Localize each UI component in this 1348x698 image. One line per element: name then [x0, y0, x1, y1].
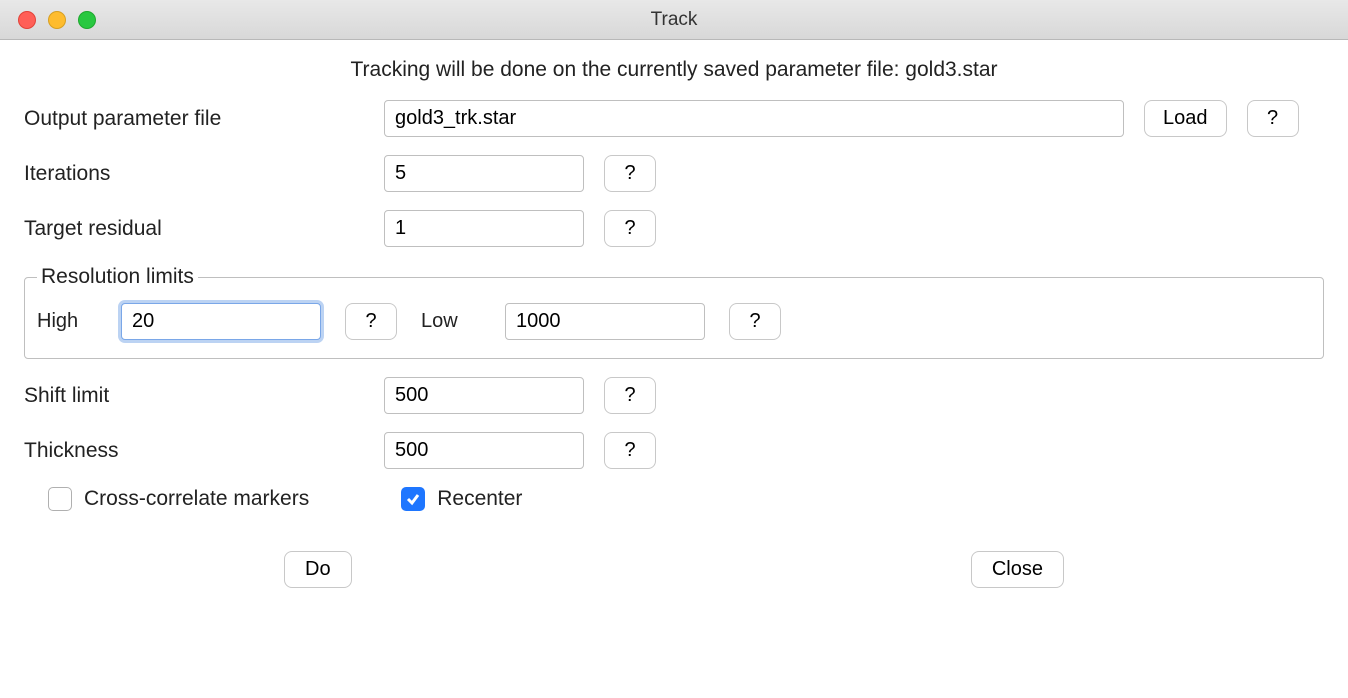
checkbox-box-icon	[401, 487, 425, 511]
thickness-help-button[interactable]: ?	[604, 432, 656, 469]
shift-limit-input[interactable]	[384, 377, 584, 414]
resolution-limits-group: Resolution limits High ? Low ?	[24, 265, 1324, 359]
resolution-limits-legend: Resolution limits	[37, 265, 198, 289]
output-parameter-file-help-button[interactable]: ?	[1247, 100, 1299, 137]
load-button[interactable]: Load	[1144, 100, 1227, 137]
resolution-high-label: High	[37, 310, 97, 333]
cross-correlate-label: Cross-correlate markers	[84, 487, 309, 511]
cross-correlate-checkbox[interactable]: Cross-correlate markers	[48, 487, 309, 511]
iterations-label: Iterations	[24, 162, 384, 186]
recenter-checkbox[interactable]: Recenter	[401, 487, 522, 511]
tracking-notice: Tracking will be done on the currently s…	[24, 58, 1324, 82]
thickness-input[interactable]	[384, 432, 584, 469]
output-parameter-file-label: Output parameter file	[24, 107, 384, 131]
iterations-input[interactable]	[384, 155, 584, 192]
do-button[interactable]: Do	[284, 551, 352, 588]
resolution-low-input[interactable]	[505, 303, 705, 340]
thickness-label: Thickness	[24, 439, 384, 463]
checkbox-box-icon	[48, 487, 72, 511]
window-titlebar: Track	[0, 0, 1348, 40]
recenter-label: Recenter	[437, 487, 522, 511]
output-parameter-file-input[interactable]	[384, 100, 1124, 137]
resolution-high-help-button[interactable]: ?	[345, 303, 397, 340]
iterations-help-button[interactable]: ?	[604, 155, 656, 192]
check-icon	[405, 491, 421, 507]
target-residual-input[interactable]	[384, 210, 584, 247]
shift-limit-help-button[interactable]: ?	[604, 377, 656, 414]
window-title: Track	[0, 9, 1348, 31]
shift-limit-label: Shift limit	[24, 384, 384, 408]
resolution-low-help-button[interactable]: ?	[729, 303, 781, 340]
target-residual-label: Target residual	[24, 217, 384, 241]
resolution-low-label: Low	[421, 310, 481, 333]
target-residual-help-button[interactable]: ?	[604, 210, 656, 247]
close-button[interactable]: Close	[971, 551, 1064, 588]
resolution-high-input[interactable]	[121, 303, 321, 340]
